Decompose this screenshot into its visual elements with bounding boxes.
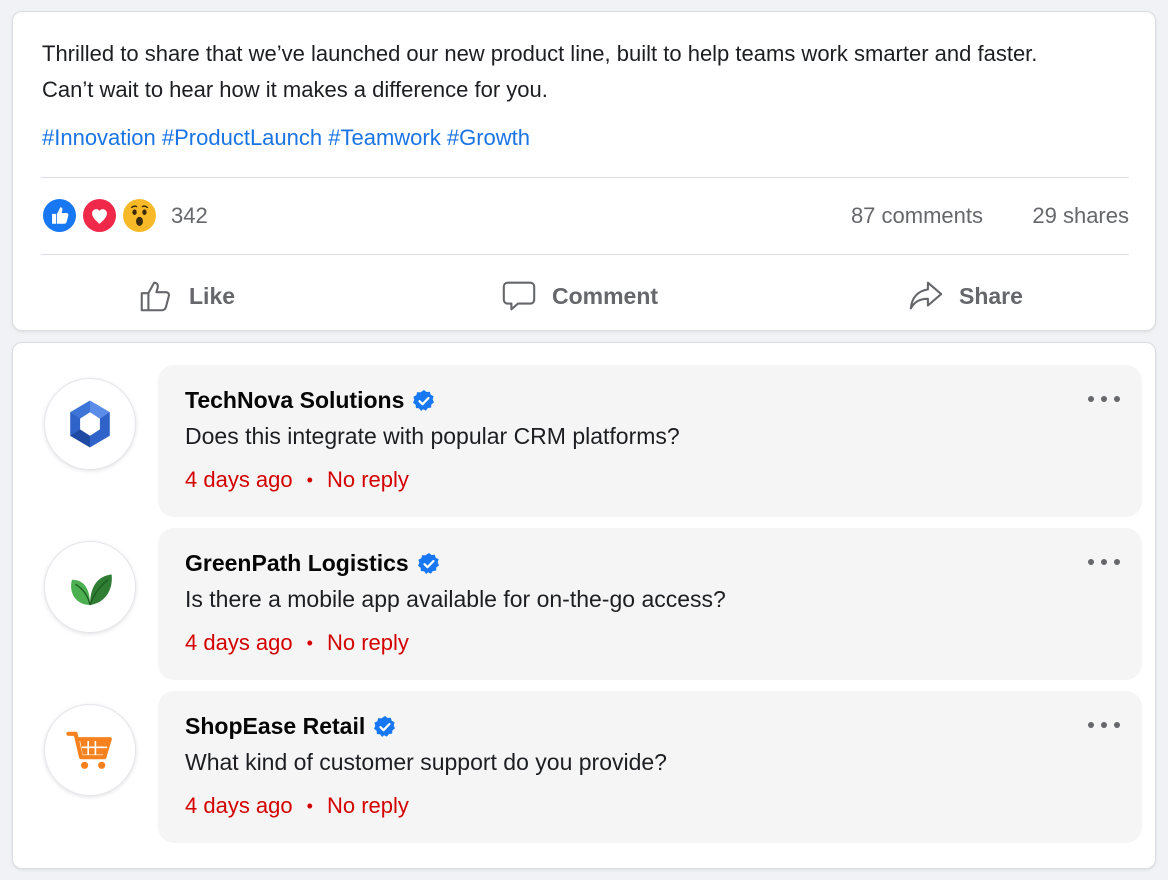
- comment-item: ShopEase Retail What kind of customer su…: [13, 669, 1157, 843]
- reaction-count[interactable]: 342: [171, 203, 208, 229]
- comment-meta: 4 days ago • No reply: [185, 793, 409, 819]
- leaf-logo-icon: [71, 574, 112, 606]
- post-card: Thrilled to share that we’ve launched ou…: [12, 11, 1156, 331]
- reply-status: No reply: [326, 793, 409, 818]
- comment-meta: 4 days ago • No reply: [185, 630, 409, 656]
- share-button[interactable]: Share: [907, 272, 1023, 320]
- reply-status: No reply: [326, 630, 409, 655]
- hashtag-link[interactable]: #Growth: [447, 125, 530, 150]
- separator-dot: •: [306, 632, 313, 653]
- hashtags: #Innovation #ProductLaunch #Teamwork #Gr…: [42, 122, 530, 154]
- hashtag-link[interactable]: #Innovation: [42, 125, 156, 150]
- stats-row: 342 87 comments 29 shares: [41, 196, 1129, 236]
- dot-icon: [1114, 559, 1120, 565]
- verified-badge-icon: [374, 715, 396, 737]
- comment-timestamp[interactable]: 4 days ago: [185, 467, 293, 493]
- post-text-line-2: Can’t wait to hear how it makes a differ…: [42, 77, 548, 102]
- cart-logo-icon: [66, 731, 112, 769]
- post-text-line-1: Thrilled to share that we’ve launched ou…: [42, 41, 1038, 66]
- more-options-button[interactable]: [1088, 713, 1120, 737]
- comment-bubble: GreenPath Logistics Is there a mobile ap…: [158, 528, 1142, 680]
- dot-icon: [1114, 722, 1120, 728]
- comment-bubble: ShopEase Retail What kind of customer su…: [158, 691, 1142, 843]
- wow-reaction-icon: [121, 197, 158, 234]
- love-reaction-icon: [81, 197, 118, 234]
- dot-icon: [1088, 722, 1094, 728]
- actions-row: Like Comment Share: [41, 272, 1129, 320]
- divider: [41, 254, 1129, 255]
- comment-bubble: TechNova Solutions Does this integrate w…: [158, 365, 1142, 517]
- share-label: Share: [959, 282, 1023, 309]
- comment-label: Comment: [552, 282, 659, 309]
- comment-author[interactable]: ShopEase Retail: [185, 713, 397, 740]
- comment-author[interactable]: GreenPath Logistics: [185, 550, 441, 577]
- dot-icon: [1101, 559, 1107, 565]
- divider: [41, 177, 1129, 178]
- comment-timestamp[interactable]: 4 days ago: [185, 793, 293, 819]
- dot-icon: [1101, 722, 1107, 728]
- avatar[interactable]: [44, 541, 136, 633]
- comment-item: GreenPath Logistics Is there a mobile ap…: [13, 506, 1157, 680]
- verified-badge-icon: [417, 552, 439, 574]
- share-arrow-icon: [909, 281, 943, 310]
- author-name[interactable]: GreenPath Logistics: [185, 550, 409, 577]
- comments-section: TechNova Solutions Does this integrate w…: [12, 342, 1156, 869]
- comment-bubble-icon: [502, 281, 536, 311]
- comment-text: Is there a mobile app available for on-t…: [185, 586, 726, 612]
- comment-text: What kind of customer support do you pro…: [185, 749, 667, 775]
- avatar[interactable]: [44, 378, 136, 470]
- hexagon-logo-icon: [70, 400, 110, 448]
- comment-item: TechNova Solutions Does this integrate w…: [13, 343, 1157, 517]
- dot-icon: [1114, 396, 1120, 402]
- comment-text: Does this integrate with popular CRM pla…: [185, 423, 680, 449]
- dot-icon: [1101, 396, 1107, 402]
- like-label: Like: [189, 282, 236, 309]
- separator-dot: •: [306, 469, 313, 490]
- thumbs-up-icon: [140, 281, 170, 312]
- dot-icon: [1088, 396, 1094, 402]
- dot-icon: [1088, 559, 1094, 565]
- post-text: Thrilled to share that we’ve launched ou…: [42, 36, 1142, 108]
- verified-badge-icon: [413, 389, 435, 411]
- avatar[interactable]: [44, 704, 136, 796]
- more-options-button[interactable]: [1088, 550, 1120, 574]
- hashtag-link[interactable]: #ProductLaunch: [162, 125, 322, 150]
- like-button[interactable]: Like: [137, 272, 235, 320]
- author-name[interactable]: ShopEase Retail: [185, 713, 365, 740]
- shares-count[interactable]: 29 shares: [1032, 203, 1129, 229]
- comment-author[interactable]: TechNova Solutions: [185, 387, 436, 414]
- comment-button[interactable]: Comment: [500, 272, 658, 320]
- more-options-button[interactable]: [1088, 387, 1120, 411]
- reply-status: No reply: [326, 467, 409, 492]
- separator-dot: •: [306, 795, 313, 816]
- comments-count[interactable]: 87 comments: [851, 203, 983, 229]
- like-reaction-icon: [41, 197, 78, 234]
- author-name[interactable]: TechNova Solutions: [185, 387, 404, 414]
- hashtag-link[interactable]: #Teamwork: [328, 125, 440, 150]
- comment-meta: 4 days ago • No reply: [185, 467, 409, 493]
- comment-timestamp[interactable]: 4 days ago: [185, 630, 293, 656]
